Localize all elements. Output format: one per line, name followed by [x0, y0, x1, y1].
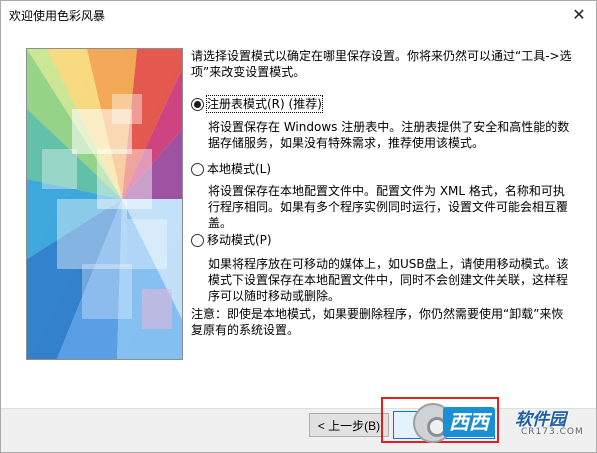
option-label: 注册表模式(R) (推荐)	[206, 95, 323, 113]
option-label: 本地模式(L)	[207, 162, 272, 176]
intro-text: 请选择设置模式以确定在哪里保存设置。你将来仍然可以通过“工具->选项”来改变设置…	[191, 49, 572, 79]
wizard-body: 请选择设置模式以确定在哪里保存设置。你将来仍然可以通过“工具->选项”来改变设置…	[1, 28, 596, 408]
radio-portable-mode[interactable]: 移动模式(P)	[191, 232, 272, 248]
option-description: 将设置保存在本地配置文件中。配置文件为 XML 格式，名称和可执行程序相同。如果…	[208, 184, 569, 230]
radio-icon[interactable]	[191, 162, 204, 176]
next-button[interactable]	[393, 411, 495, 439]
option-description: 如果将程序放在可移动的媒体上，如USB盘上，请使用移动模式。该模式下设置保存在本…	[208, 257, 569, 303]
setup-window: 欢迎使用色彩风暴 ✕ 请选择设置模式以确定在哪里保存设置。你将来仍然可以通过“工…	[0, 0, 597, 453]
button-bar: < 上一步(B)	[1, 408, 596, 452]
option-description: 将设置保存在 Windows 注册表中。注册表提供了安全和高性能的数据存储服务，…	[208, 120, 570, 150]
title-bar: 欢迎使用色彩风暴 ✕	[1, 1, 596, 28]
back-button[interactable]: < 上一步(B)	[309, 413, 389, 437]
radio-icon[interactable]	[191, 233, 204, 247]
close-button[interactable]: ✕	[562, 1, 596, 28]
radio-registry-mode[interactable]: 注册表模式(R) (推荐)	[191, 95, 323, 113]
color-burst-graphic	[27, 49, 182, 359]
option-label: 移动模式(P)	[207, 233, 272, 247]
window-title: 欢迎使用色彩风暴	[9, 9, 106, 23]
close-icon: ✕	[572, 5, 586, 24]
radio-local-mode[interactable]: 本地模式(L)	[191, 161, 271, 177]
note-text: 注意：即使是本地模式，如果要删除程序，你仍然需要使用“卸载”来恢复原有的系统设置…	[191, 307, 564, 337]
radio-icon[interactable]	[191, 97, 204, 111]
color-burst-art	[26, 48, 183, 360]
